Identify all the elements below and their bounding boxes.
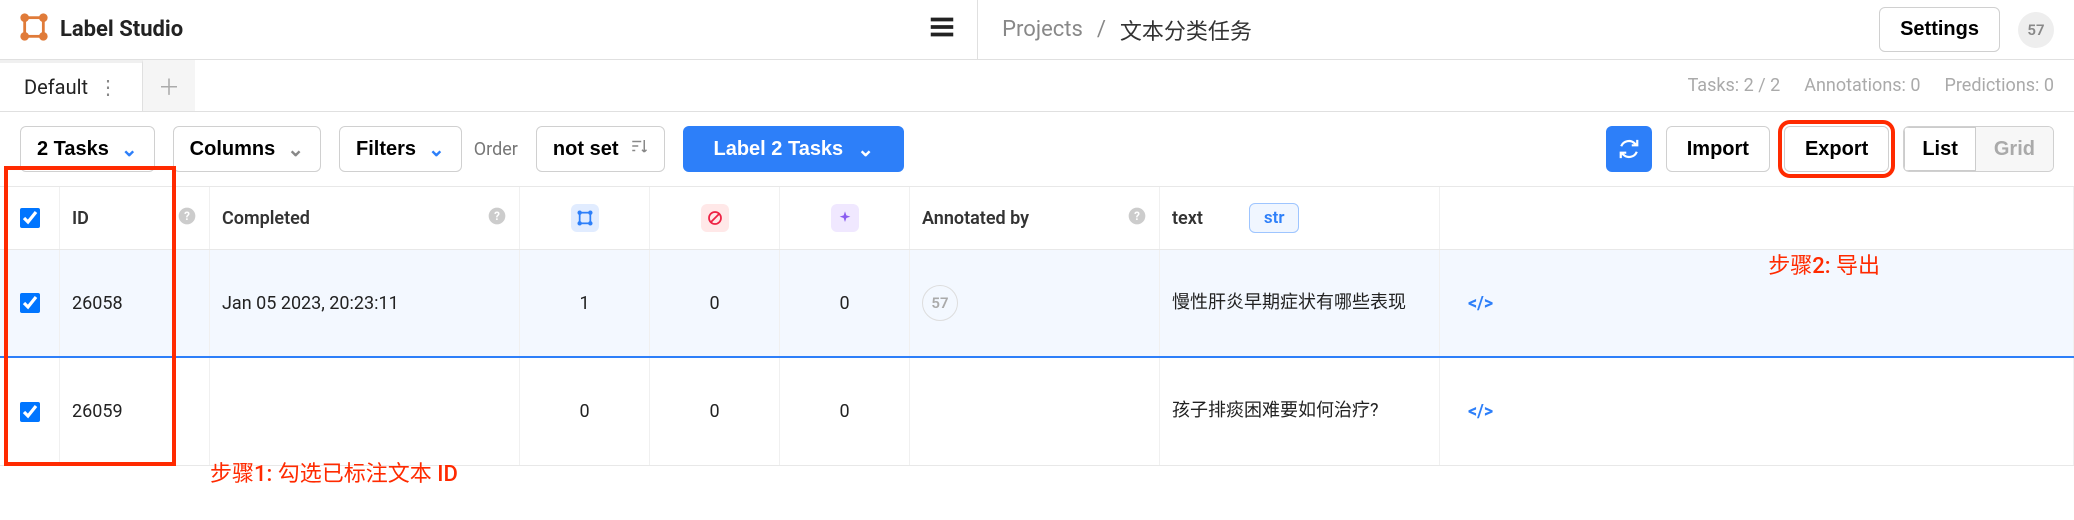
brand-name: Label Studio <box>60 17 183 42</box>
columns-dropdown[interactable]: Columns ⌄ <box>173 126 321 172</box>
table-row[interactable]: 26058 Jan 05 2023, 20:23:11 1 0 0 57 慢性肝… <box>0 250 2074 358</box>
svg-text:?: ? <box>184 209 190 223</box>
refresh-button[interactable] <box>1606 126 1652 172</box>
cancelled-icon <box>701 204 729 232</box>
list-view-button[interactable]: List <box>1904 127 1976 171</box>
svg-text:?: ? <box>494 209 500 223</box>
chevron-down-icon: ⌄ <box>857 137 874 162</box>
stats-annotations: Annotations: 0 <box>1804 75 1920 96</box>
row-cancelled: 0 <box>709 293 719 314</box>
annotation-step2: 步骤2: 导出 <box>1768 248 1880 280</box>
tasks-dropdown-label: 2 Tasks <box>37 138 109 161</box>
breadcrumb: Projects / 文本分类任务 <box>977 0 1252 59</box>
chevron-down-icon: ⌄ <box>287 137 304 162</box>
col-cancelled[interactable] <box>650 187 780 249</box>
user-avatar[interactable]: 57 <box>2018 12 2054 48</box>
row-predictions: 0 <box>839 293 849 314</box>
tab-add-button[interactable]: ＋ <box>143 60 195 111</box>
row-completed: Jan 05 2023, 20:23:11 <box>222 293 399 314</box>
table-row[interactable]: 26059 0 0 0 孩子排痰困难要如何治疗? </> <box>0 358 2074 466</box>
chevron-down-icon: ⌄ <box>121 137 138 162</box>
col-source[interactable] <box>1440 187 2074 249</box>
predictions-icon <box>831 204 859 232</box>
tab-menu-icon[interactable]: ⋮ <box>98 75 118 99</box>
source-icon[interactable]: </> <box>1468 401 1493 422</box>
col-predictions[interactable] <box>780 187 910 249</box>
col-completed[interactable]: Completed ? <box>210 187 520 249</box>
row-text: 孩子排痰困难要如何治疗? <box>1172 399 1379 423</box>
label-tasks-button[interactable]: Label 2 Tasks ⌄ <box>683 126 903 172</box>
annotator-avatar: 57 <box>922 285 958 321</box>
tab-label: Default <box>24 75 88 99</box>
grid-view-button[interactable]: Grid <box>1976 127 2053 171</box>
tab-default[interactable]: Default ⋮ <box>0 60 143 111</box>
sort-icon <box>630 137 648 161</box>
filters-dropdown-label: Filters <box>356 138 416 161</box>
col-annotated-by[interactable]: Annotated by ? <box>910 187 1160 249</box>
order-dropdown[interactable]: not set <box>536 126 666 172</box>
row-predictions: 0 <box>839 401 849 422</box>
stats-predictions: Predictions: 0 <box>1945 75 2055 96</box>
row-annotations: 1 <box>579 293 589 314</box>
breadcrumb-sep: / <box>1097 17 1106 42</box>
filters-dropdown[interactable]: Filters ⌄ <box>339 126 462 172</box>
chevron-down-icon: ⌄ <box>428 137 445 162</box>
select-all-cell <box>0 187 60 249</box>
select-all-checkbox[interactable] <box>20 208 40 228</box>
col-id[interactable]: ID ? <box>60 187 210 249</box>
menu-icon[interactable] <box>927 12 957 47</box>
breadcrumb-current[interactable]: 文本分类任务 <box>1120 14 1252 46</box>
export-button[interactable]: Export <box>1784 126 1889 172</box>
tabbar: Default ⋮ ＋ Tasks: 2 / 2 Annotations: 0 … <box>0 60 2074 112</box>
row-annotations: 0 <box>579 401 589 422</box>
order-label: Order <box>474 139 518 160</box>
stats-tasks: Tasks: 2 / 2 <box>1688 75 1781 96</box>
col-annotations[interactable] <box>520 187 650 249</box>
annotations-icon <box>571 204 599 232</box>
topbar: Label Studio Projects / 文本分类任务 Settings … <box>0 0 2074 60</box>
toolbar: 2 Tasks ⌄ Columns ⌄ Filters ⌄ Order not … <box>0 112 2074 186</box>
import-button[interactable]: Import <box>1666 126 1770 172</box>
view-toggle: List Grid <box>1903 126 2054 172</box>
svg-text:?: ? <box>1134 209 1140 223</box>
label-tasks-label: Label 2 Tasks <box>713 138 843 161</box>
settings-button[interactable]: Settings <box>1879 7 2000 52</box>
breadcrumb-root[interactable]: Projects <box>1002 17 1083 42</box>
tab-stats: Tasks: 2 / 2 Annotations: 0 Predictions:… <box>1688 75 2074 96</box>
row-checkbox[interactable] <box>20 293 40 313</box>
order-value: not set <box>553 138 619 161</box>
logo[interactable]: Label Studio <box>20 13 300 46</box>
row-cancelled: 0 <box>709 401 719 422</box>
row-id: 26058 <box>72 293 123 314</box>
columns-dropdown-label: Columns <box>190 138 276 161</box>
row-checkbox[interactable] <box>20 402 40 422</box>
text-type-badge: str <box>1249 203 1300 233</box>
row-id: 26059 <box>72 401 123 422</box>
brand-icon <box>20 13 48 46</box>
help-icon[interactable]: ? <box>1127 206 1147 231</box>
task-table: ID ? Completed ? <box>0 186 2074 466</box>
table-header: ID ? Completed ? <box>0 186 2074 250</box>
tasks-dropdown[interactable]: 2 Tasks ⌄ <box>20 126 155 172</box>
help-icon[interactable]: ? <box>177 206 197 231</box>
col-text[interactable]: text str <box>1160 187 1440 249</box>
help-icon[interactable]: ? <box>487 206 507 231</box>
annotation-step1: 步骤1: 勾选已标注文本 ID <box>210 456 458 488</box>
source-icon[interactable]: </> <box>1468 293 1493 314</box>
row-text: 慢性肝炎早期症状有哪些表现 <box>1172 291 1406 315</box>
